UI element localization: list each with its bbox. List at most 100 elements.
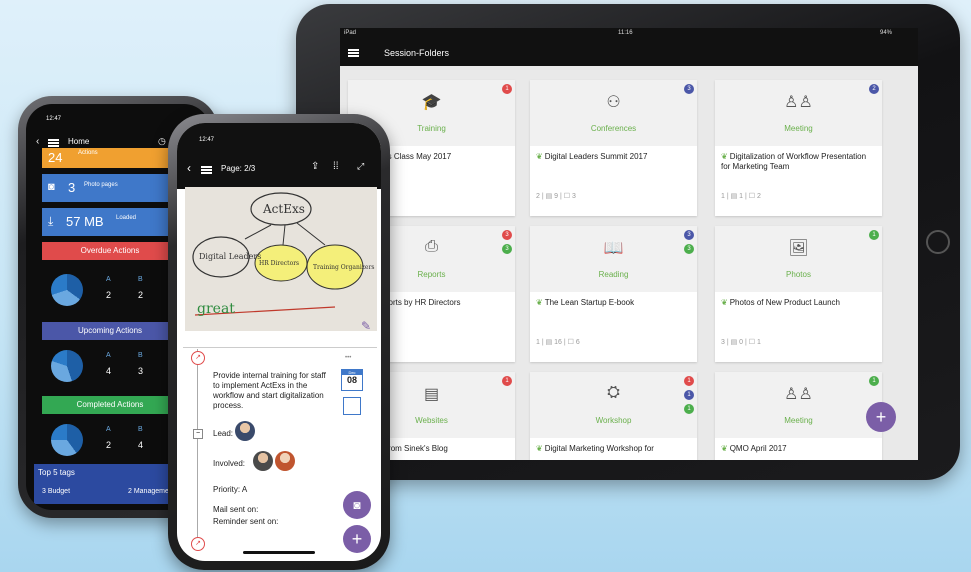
folder-card[interactable]: 📖 Reading ❦ The Lean Startup E-book 1 | ▤ 16… [530,226,697,362]
folder-card[interactable]: ♙♙ Meeting ❦ Digitalization of Workflow Pre… [715,80,882,216]
menu-icon[interactable] [48,139,59,147]
camera-button[interactable]: ◙ [343,491,371,519]
right-phone-screen: 12:47 ‹ Page: 2/3 ⇪ ⁞⁞ ⤢ ActExs Digital … [177,123,381,561]
card-header [530,80,697,146]
annotate-icon[interactable]: ✎ [361,319,371,333]
graduation-cap-icon: 🎓 [421,94,442,111]
notification-badge: 3 [684,84,694,94]
notification-badge: 1 [684,390,694,400]
sketch-word: HR Directors [259,260,299,267]
action-marker-icon[interactable]: ↗ [191,537,205,551]
overdue-a-count: 2 [106,290,112,300]
completed-b-count: 4 [138,440,144,450]
priority-label: Priority: A [213,485,248,494]
avatar[interactable] [253,451,273,471]
card-header [530,226,697,292]
whiteboard-photo[interactable]: ActExs Digital Leaders HR Directors Trai… [185,187,377,331]
card-stats: 2 | ▤ 9 | ☐ 3 [536,193,576,200]
add-button[interactable]: + [343,525,371,553]
card-category: Meeting [784,416,813,425]
col-a-label: A [106,276,111,283]
avatar[interactable] [275,451,295,471]
notification-badge: 1 [869,230,879,240]
card-title-text: Digital Leaders Summit 2017 [544,152,648,161]
complete-checkbox[interactable] [343,397,361,415]
tile-value: 57 MB [66,214,104,229]
page-indicator: Page: 2/3 [221,164,256,173]
upcoming-actions-header[interactable]: Upcoming Actions [42,322,178,340]
status-time: 12:47 [199,137,215,143]
workshop-icon: ⛭ [607,384,620,401]
leaf-icon: ❦ [536,152,543,161]
tag-item[interactable]: 3 Budget [42,488,70,495]
fullscreen-icon[interactable]: ⤢ [357,161,364,172]
upcoming-pie-chart [51,350,83,382]
col-a-label: A [106,352,111,359]
menu-icon[interactable] [348,49,359,57]
add-folder-button[interactable]: + [866,402,896,432]
folder-card[interactable]: ⚇ Conferences ❦ Digital Leaders Summit 2017… [530,80,697,216]
folder-card[interactable]: 🖼 Photos ❦ Photos of New Product Launch 3 | … [715,226,882,362]
lead-label: Lead: [213,429,234,438]
leaf-icon: ❦ [721,152,728,161]
collapse-icon[interactable]: − [193,429,203,439]
timeline-line [197,349,198,549]
folder-card[interactable]: ⛭ Workshop ❦ Digital Marketing Workshop for… [530,372,697,460]
clock-icon: ◷ [158,136,166,146]
card-stats: 3 | ▤ 0 | ☐ 1 [721,339,761,346]
card-category: Conferences [590,124,637,133]
card-title-text: Photos of New Product Launch [729,298,840,307]
grid-icon[interactable]: ⁞⁞ [333,161,339,172]
sketch-word: ActExs [262,202,305,216]
folder-card[interactable]: ♙♙ Meeting ❦ QMO April 2017 1 [715,372,882,460]
share-icon[interactable]: ⇪ [311,161,319,172]
involved-label: Involved: [213,459,246,468]
photo-icon: 🖼 [788,240,809,257]
overdue-b-count: 2 [138,290,144,300]
notification-badge: 1 [869,376,879,386]
tile-label: Loaded [116,215,137,221]
book-icon: 📖 [603,240,624,257]
notification-badge: 1 [684,404,694,414]
ipad-app-bar: Session-Folders [340,40,918,66]
more-options-icon[interactable]: ••• [345,355,351,361]
card-header [715,226,882,292]
camera-icon: ◙ [48,181,55,193]
conference-icon: ⚇ [606,94,621,111]
sketch-word: Training Organizers [313,264,374,271]
menu-icon[interactable] [201,166,212,174]
card-title-text: Digitalization of Workflow Presentation … [721,152,867,171]
action-marker-icon[interactable]: ↗ [191,351,205,365]
ipad-screen: iPad 11:16 94% Session-Folders 🎓 Training… [340,28,918,460]
divider [183,347,377,348]
overdue-actions-header[interactable]: Overdue Actions [42,242,178,260]
right-phone-app-bar: 12:47 ‹ Page: 2/3 ⇪ ⁞⁞ ⤢ [177,123,381,189]
card-title-text: QMO April 2017 [729,444,787,453]
sketch-word: Digital Leaders [199,252,261,261]
notification-badge: 3 [684,230,694,240]
status-time: 12:47 [46,116,62,122]
action-description: Provide internal training for staff to i… [213,371,326,410]
notification-badge: 1 [502,376,512,386]
back-icon[interactable]: ‹ [187,161,191,175]
reminder-sent-label: Reminder sent on: [213,517,279,526]
avatar[interactable] [235,421,255,441]
ipad-home-button[interactable] [926,230,950,254]
card-header [530,372,697,438]
card-category: Meeting [784,124,813,133]
calendar-icon[interactable]: Dec 08 [341,369,363,391]
leaf-icon: ❦ [721,298,728,307]
tag-item[interactable]: 2 Manageme [128,488,169,495]
tile-label: Actions [78,150,98,156]
card-title: ❦ Digital Leaders Summit 2017 [536,152,692,162]
overdue-pie-chart [51,274,83,306]
leaf-icon: ❦ [721,444,728,453]
sketch-word: great [197,301,235,317]
card-title: ❦ Digitalization of Workflow Presentation… [721,152,877,172]
leaf-icon: ❦ [536,444,543,453]
notification-badge: 3 [684,244,694,254]
right-phone-device: 12:47 ‹ Page: 2/3 ⇪ ⁞⁞ ⤢ ActExs Digital … [168,114,390,570]
completed-actions-header[interactable]: Completed Actions [42,396,178,414]
card-title: ❦ Photos of New Product Launch [721,298,877,308]
back-icon[interactable]: ‹ [36,136,39,147]
